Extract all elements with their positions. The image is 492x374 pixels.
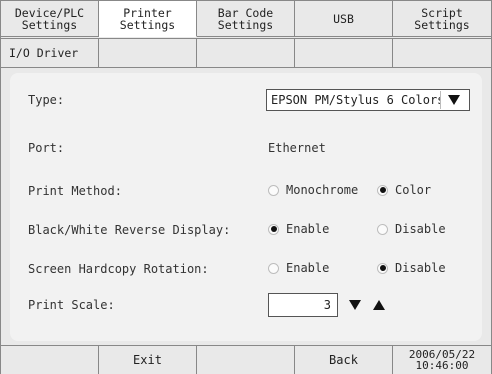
hardcopy-rotation-label: Screen Hardcopy Rotation: [28, 262, 209, 276]
tab-usb[interactable]: USB [295, 1, 393, 37]
radio-label: Color [395, 183, 432, 197]
type-label: Type: [28, 93, 65, 107]
bottom-empty [197, 346, 295, 374]
tab-empty [197, 39, 295, 67]
tab-label: I/O Driver [9, 46, 79, 60]
bottom-empty [1, 346, 99, 374]
datetime-display: 2006/05/22 10:46:00 [408, 348, 476, 372]
print-method-color-radio[interactable]: Color [377, 183, 431, 197]
exit-button[interactable]: Exit [99, 346, 197, 374]
tab-device-plc-settings[interactable]: Device/PLC Settings [1, 1, 99, 37]
settings-panel: Type: EPSON PM/Stylus 6 Colors Port: Eth… [10, 73, 482, 341]
tab-empty [393, 39, 491, 67]
tab-label: Device/PLC Settings [14, 5, 85, 32]
radio-label: Enable [286, 261, 330, 275]
radio-label: Monochrome [286, 183, 359, 197]
bottom-bar: Exit Back 2006/05/22 10:46:00 [1, 345, 491, 374]
tab-empty [295, 39, 393, 67]
print-scale-label: Print Scale: [28, 298, 115, 312]
tab-bar-code-settings[interactable]: Bar Code Settings [197, 1, 295, 37]
radio-label: Enable [286, 222, 330, 236]
tab-script-settings[interactable]: Script Settings [393, 1, 491, 37]
bw-reverse-disable-radio[interactable]: Disable [377, 222, 446, 236]
hardcopy-rotation-disable-radio[interactable]: Disable [377, 261, 446, 275]
triangle-down-icon[interactable] [440, 91, 467, 109]
bw-reverse-label: Black/White Reverse Display: [28, 223, 231, 237]
port-value: Ethernet [268, 141, 326, 155]
radio-selected-icon [377, 262, 388, 274]
settings-tabs: Device/PLC Settings Printer Settings Bar… [1, 1, 491, 37]
tab-label: Bar Code Settings [217, 5, 274, 32]
radio-selected-icon [268, 223, 279, 235]
print-method-monochrome-radio[interactable]: Monochrome [268, 183, 358, 197]
tab-empty [99, 39, 197, 67]
radio-unselected-icon [268, 262, 279, 274]
type-select-value: EPSON PM/Stylus 6 Colors [271, 93, 440, 107]
tab-io-driver[interactable]: I/O Driver [1, 39, 99, 67]
triangle-down-icon[interactable] [344, 293, 366, 317]
print-scale-input[interactable]: 3 [268, 293, 338, 317]
tab-printer-settings[interactable]: Printer Settings [99, 1, 197, 37]
bw-reverse-enable-radio[interactable]: Enable [268, 222, 329, 236]
tab-label: Script Settings [414, 5, 470, 32]
radio-label: Disable [395, 261, 446, 275]
back-button[interactable]: Back [295, 346, 393, 374]
tab-label: Printer Settings [119, 5, 176, 32]
radio-unselected-icon [377, 223, 388, 235]
tab-label: USB [333, 11, 354, 26]
type-select[interactable]: EPSON PM/Stylus 6 Colors [266, 89, 470, 111]
hardcopy-rotation-enable-radio[interactable]: Enable [268, 261, 329, 275]
triangle-up-icon[interactable] [368, 293, 390, 317]
radio-label: Disable [395, 222, 446, 236]
settings-subtabs: I/O Driver [1, 38, 491, 68]
printer-settings-screen: Device/PLC Settings Printer Settings Bar… [0, 0, 492, 374]
port-label: Port: [28, 141, 65, 155]
print-method-label: Print Method: [28, 184, 122, 198]
radio-unselected-icon [268, 184, 279, 196]
radio-selected-icon [377, 184, 388, 196]
